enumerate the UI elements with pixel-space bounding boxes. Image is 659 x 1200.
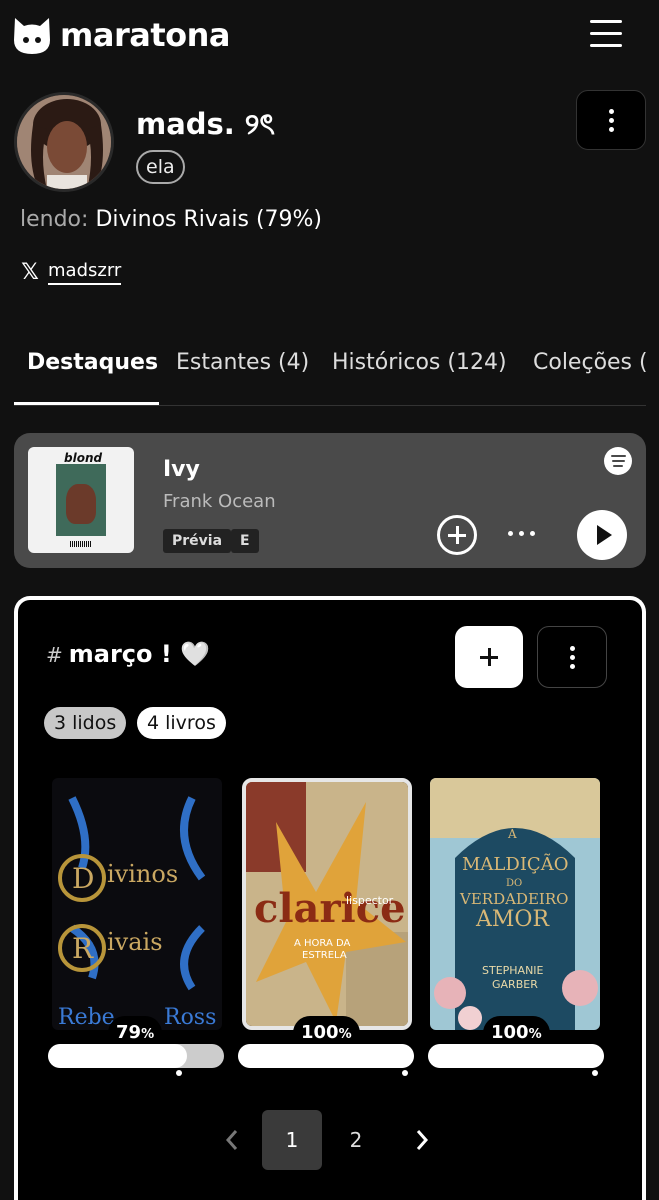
collection-options-button[interactable] (537, 626, 607, 688)
svg-text:GARBER: GARBER (492, 978, 538, 991)
cat-logo-icon (14, 18, 50, 54)
x-logo-icon: 𝕏 (21, 260, 39, 285)
svg-text:MALDIÇÃO: MALDIÇÃO (462, 853, 568, 875)
book-cover-maldicao-verdadeiro-amor[interactable]: A MALDIÇÃO DO VERDADEIRO AMOR STEPHANIE … (430, 778, 600, 1030)
svg-text:ivinos: ivinos (107, 860, 178, 888)
svg-text:Ross: Ross (164, 1005, 216, 1030)
svg-text:R: R (72, 932, 94, 965)
tab-destaques[interactable]: Destaques (27, 350, 158, 375)
svg-text:ESTRELA: ESTRELA (302, 950, 347, 961)
preview-badge: Prévia (163, 529, 232, 553)
more-horizontal-icon[interactable] (508, 531, 535, 536)
book-progress-bar (428, 1044, 604, 1068)
artist-name[interactable]: Frank Ocean (163, 491, 276, 512)
svg-text:lispector: lispector (346, 894, 394, 907)
app-logo[interactable]: maratona (12, 14, 230, 56)
svg-text:VERDADEIRO: VERDADEIRO (459, 890, 568, 908)
reading-label: lendo: (20, 207, 89, 232)
song-title[interactable]: Ivy (163, 457, 200, 482)
top-bar: maratona (0, 0, 659, 72)
app-name: maratona (60, 16, 230, 54)
tab-colecoes[interactable]: Coleções (1 (533, 350, 646, 375)
svg-text:STEPHANIE: STEPHANIE (482, 964, 544, 977)
album-cover[interactable]: blond (28, 447, 134, 553)
profile-options-button[interactable] (576, 90, 646, 150)
svg-text:A: A (507, 827, 517, 841)
album-title: blond (64, 451, 103, 465)
collection-name: março ! 🤍 (68, 640, 211, 668)
book-cover-divinos-rivais[interactable]: D ivinos R ivais Rebe Ross (52, 778, 222, 1030)
next-page-icon[interactable] (402, 1110, 442, 1170)
svg-text:ivais: ivais (107, 928, 163, 956)
social-handle[interactable]: madszrr (48, 260, 122, 285)
spotify-embed: blond Ivy Frank Ocean Prévia E (14, 433, 646, 568)
svg-text:A HORA DA: A HORA DA (294, 938, 350, 949)
reading-value: Divinos Rivais (79%) (95, 207, 323, 232)
tab-historicos[interactable]: Históricos (124) (332, 350, 507, 375)
prev-page-icon[interactable] (212, 1110, 252, 1170)
add-to-library-icon[interactable] (437, 515, 477, 555)
page-1-button[interactable]: 1 (262, 1110, 322, 1170)
explicit-badge: E (231, 529, 259, 553)
play-icon[interactable] (577, 510, 627, 560)
username: mads. ୨ৎ (136, 107, 275, 141)
book-progress-bar (48, 1044, 224, 1068)
avatar[interactable] (14, 92, 114, 192)
book-progress-bar (238, 1044, 414, 1068)
more-vertical-icon (569, 645, 575, 669)
collection-title: # março ! 🤍 (46, 640, 210, 668)
tab-estantes[interactable]: Estantes (4) (176, 350, 309, 375)
hash-symbol: # (46, 643, 63, 667)
currently-reading: lendo: Divinos Rivais (79%) (20, 207, 322, 232)
more-vertical-icon (608, 108, 614, 132)
spotify-icon[interactable] (604, 447, 632, 475)
svg-text:Rebe: Rebe (58, 1005, 115, 1030)
hamburger-menu-icon[interactable] (586, 16, 626, 52)
page-2-button[interactable]: 2 (326, 1110, 386, 1170)
pronoun-badge: ela (136, 150, 185, 184)
book-cover-clarice[interactable]: clarice lispector A HORA DA ESTRELA (242, 778, 412, 1030)
add-book-button[interactable] (455, 626, 523, 688)
svg-text:D: D (72, 862, 94, 895)
svg-text:clarice: clarice (254, 885, 406, 932)
book-count-badge: 4 livros (137, 707, 226, 739)
read-count-badge: 3 lidos (44, 707, 127, 739)
svg-text:AMOR: AMOR (475, 907, 550, 932)
collection-card: # março ! 🤍 3 lidos 4 livros D ivinos R i… (14, 596, 646, 1200)
active-tab-indicator (14, 402, 159, 405)
svg-text:DO: DO (506, 878, 522, 889)
x-profile-link[interactable]: 𝕏 madszrr (20, 260, 122, 285)
profile-tabs: Destaques Estantes (4) Históricos (124) … (14, 340, 646, 406)
